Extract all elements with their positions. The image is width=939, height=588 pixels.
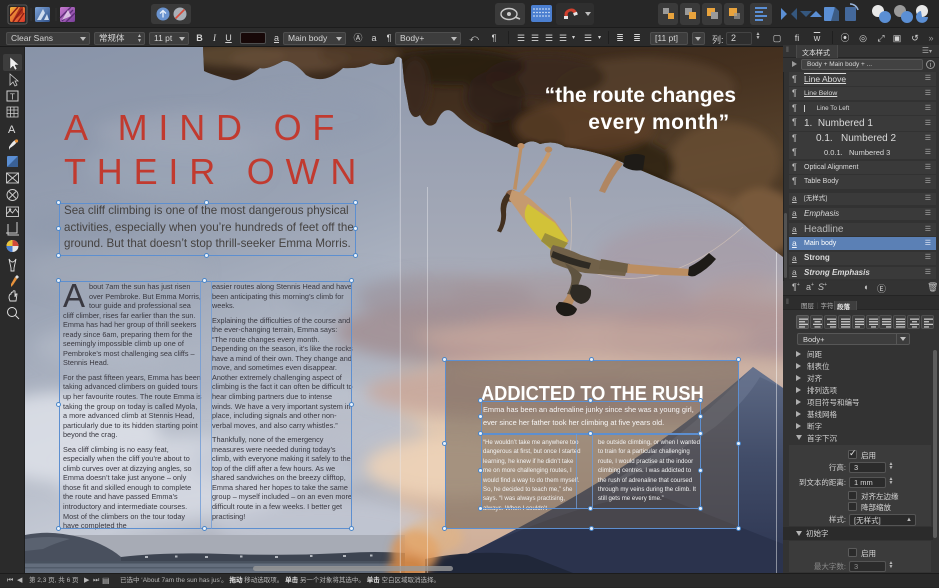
svg-text:T: T: [10, 93, 15, 102]
svg-text:A: A: [8, 124, 16, 136]
